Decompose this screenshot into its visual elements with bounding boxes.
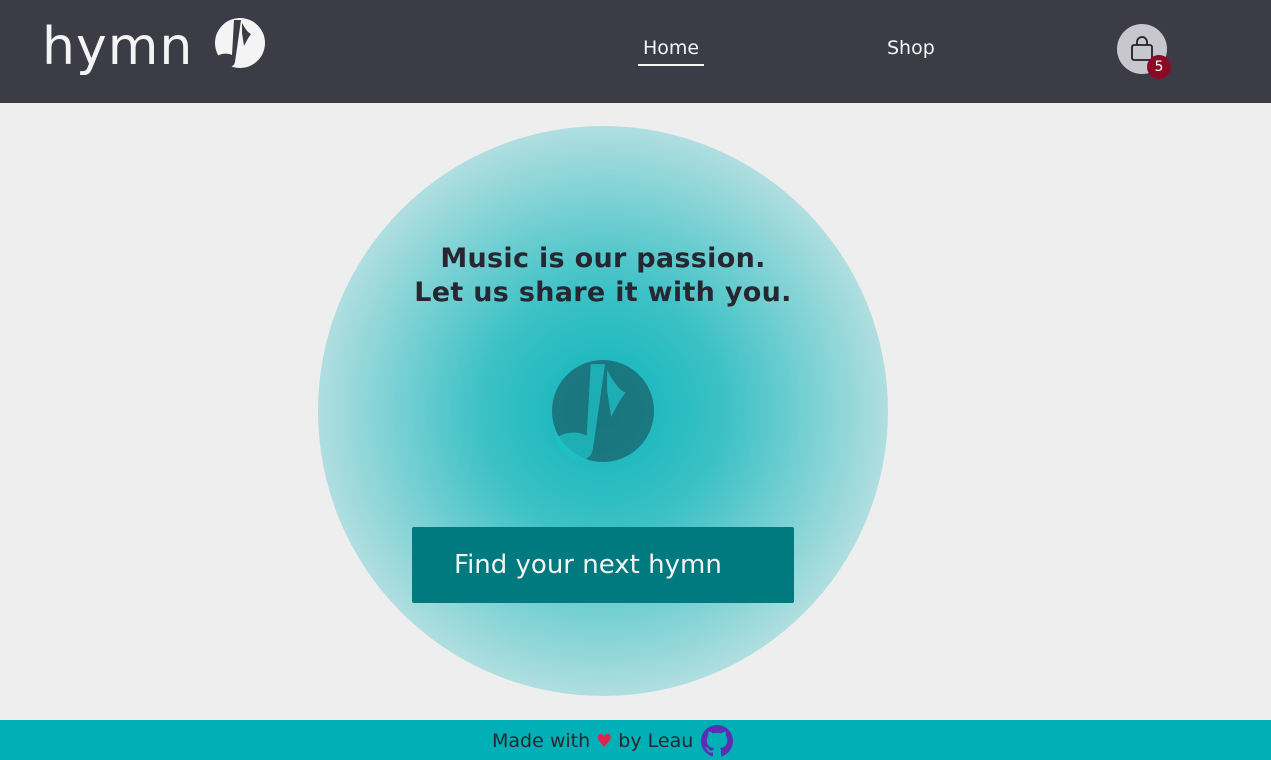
cart-button[interactable]: 5 — [1117, 24, 1171, 79]
nav-home-link[interactable]: Home — [638, 36, 705, 66]
github-icon — [701, 725, 734, 757]
footer-text-after: by Leau — [618, 730, 694, 752]
heart-icon: ♥ — [596, 730, 613, 752]
footer-text-before: Made with — [492, 730, 591, 752]
hero-headline: Music is our passion. Let us share it wi… — [403, 242, 803, 310]
music-note-logo-icon — [215, 18, 266, 68]
brand-name: hymn — [42, 17, 194, 77]
hero-headline-line1: Music is our passion. — [440, 243, 766, 274]
footer-credit: Made with ♥ by Leau — [492, 725, 734, 757]
github-link[interactable] — [701, 725, 734, 757]
find-hymn-button[interactable]: Find your next hymn — [412, 527, 794, 603]
site-header: hymn Home Shop 5 — [0, 0, 1271, 103]
hero-headline-line2: Let us share it with you. — [414, 277, 792, 308]
cart-count-badge: 5 — [1147, 55, 1171, 79]
site-footer: Made with ♥ by Leau — [0, 720, 1271, 760]
nav-shop-link[interactable]: Shop — [882, 36, 940, 64]
music-note-logo-icon — [552, 360, 654, 462]
brand-home-link[interactable]: hymn — [42, 14, 266, 84]
